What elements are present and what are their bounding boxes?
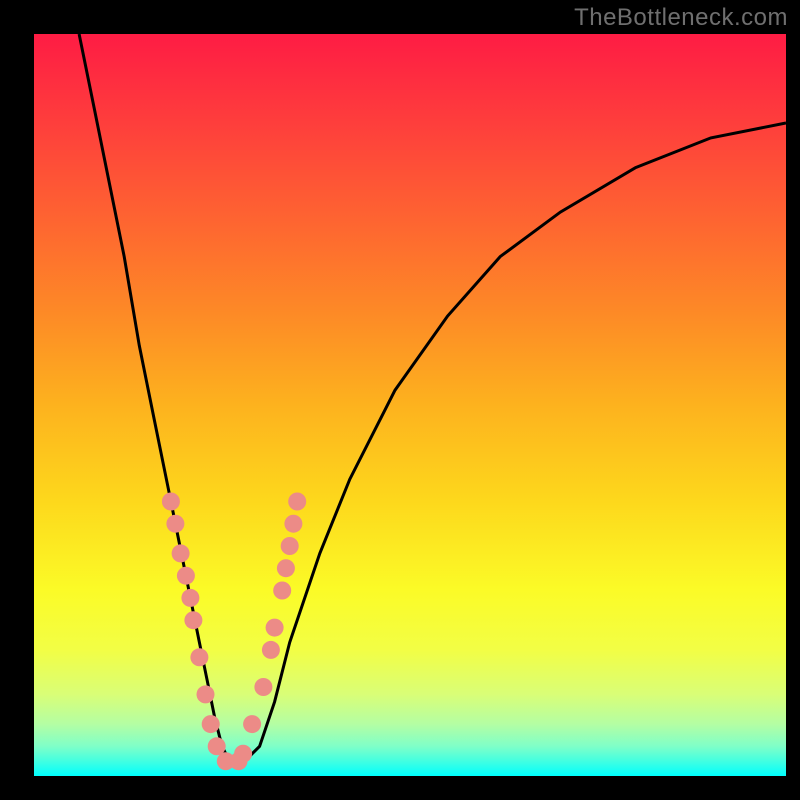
marker-point [288, 493, 306, 511]
marker-point [197, 685, 215, 703]
marker-point [190, 648, 208, 666]
marker-point [281, 537, 299, 555]
bottleneck-curve [79, 34, 786, 765]
highlight-markers [162, 493, 306, 771]
marker-point [184, 611, 202, 629]
marker-point [234, 745, 252, 763]
marker-point [202, 715, 220, 733]
marker-point [266, 619, 284, 637]
marker-point [273, 582, 291, 600]
marker-point [284, 515, 302, 533]
plot-area [34, 34, 786, 776]
watermark-text: TheBottleneck.com [574, 4, 788, 32]
marker-point [172, 544, 190, 562]
marker-point [166, 515, 184, 533]
marker-point [243, 715, 261, 733]
marker-point [177, 567, 195, 585]
marker-point [277, 559, 295, 577]
marker-point [208, 737, 226, 755]
chart-frame: TheBottleneck.com [0, 0, 800, 800]
marker-point [262, 641, 280, 659]
curve-svg [34, 34, 786, 776]
marker-point [181, 589, 199, 607]
marker-point [162, 493, 180, 511]
marker-point [254, 678, 272, 696]
